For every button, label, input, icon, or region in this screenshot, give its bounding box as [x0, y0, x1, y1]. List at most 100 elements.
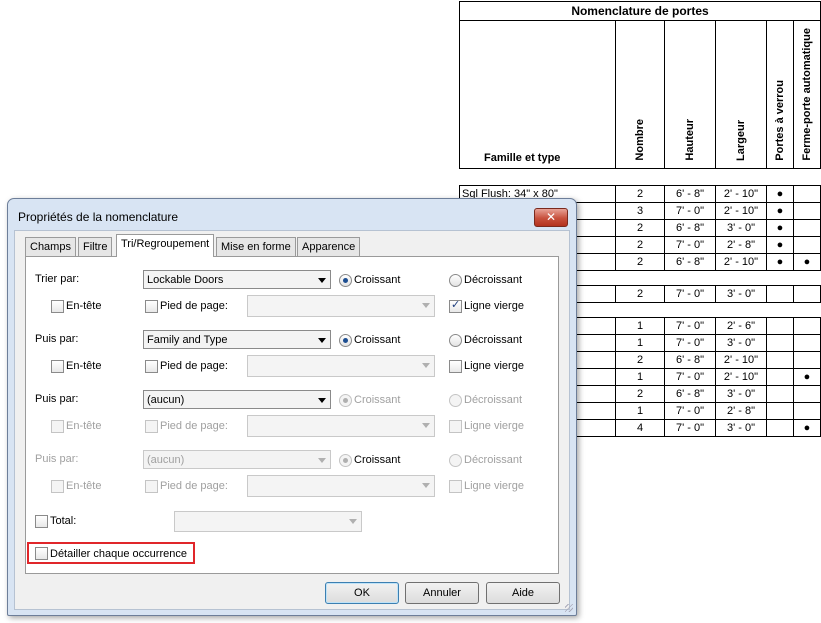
cell-lockable — [766, 317, 794, 335]
cell-lockable: ● — [766, 185, 794, 203]
sort2-blank-line-label: Ligne vierge — [464, 360, 524, 372]
sort3-ascending-radio[interactable] — [339, 394, 352, 407]
cell-width: 2' - 10" — [715, 202, 767, 220]
sort1-blank-line-checkbox[interactable] — [449, 298, 462, 313]
sort3-header-checkbox[interactable] — [51, 420, 64, 433]
sort2-ascending-radio[interactable] — [339, 334, 352, 347]
header-height: Hauteur — [664, 20, 716, 169]
sort3-header-label: En-tête — [66, 420, 102, 432]
tab-appearance[interactable]: Apparence — [297, 237, 361, 256]
then-by-select[interactable]: Family and Type — [143, 330, 331, 349]
cell-closer — [793, 202, 821, 220]
cancel-button[interactable]: Annuler — [405, 582, 479, 604]
header-family-type: Famille et type — [459, 20, 616, 169]
sort1-ascending-radio[interactable] — [339, 274, 352, 287]
cell-width: 3' - 0" — [715, 334, 767, 352]
sort-by-value: Lockable Doors — [147, 274, 224, 286]
sort1-ascending-label: Croissant — [354, 274, 401, 286]
sort1-footer-checkbox[interactable] — [145, 300, 158, 313]
sort3-footer-select[interactable] — [247, 415, 435, 437]
tab-sorting-grouping[interactable]: Tri/Regroupement — [116, 234, 215, 257]
resize-grip-icon[interactable] — [565, 604, 573, 612]
sort-by-select[interactable]: Lockable Doors — [143, 270, 331, 289]
cell-closer — [793, 351, 821, 369]
sort2-descending-label: Décroissant — [464, 334, 523, 346]
cell-closer — [793, 285, 821, 303]
header-closer: Ferme-porte automatique — [793, 20, 821, 169]
sort2-ascending-label: Croissant — [354, 334, 401, 346]
sort1-header-checkbox[interactable] — [51, 300, 64, 313]
sort3-blank-line-checkbox[interactable] — [449, 420, 462, 433]
cell-height: 7' - 0" — [664, 317, 716, 335]
header-width: Largeur — [715, 20, 767, 169]
cell-height: 6' - 8" — [664, 351, 716, 369]
ok-button[interactable]: OK — [325, 582, 399, 604]
sort4-footer-label: Pied de page: — [160, 480, 228, 492]
then-by-label: Puis par: — [35, 333, 79, 345]
cell-closer — [793, 402, 821, 420]
sort1-descending-radio[interactable] — [449, 274, 462, 287]
cell-closer — [793, 385, 821, 403]
cell-count: 2 — [615, 285, 665, 303]
chevron-down-icon — [349, 519, 357, 524]
sort3-descending-radio[interactable] — [449, 394, 462, 407]
sort1-footer-select[interactable] — [247, 295, 435, 317]
sort4-descending-radio[interactable] — [449, 454, 462, 467]
sort4-ascending-label: Croissant — [354, 454, 401, 466]
sort3-descending-label: Décroissant — [464, 394, 523, 406]
cell-lockable: ● — [766, 236, 794, 254]
cell-count: 2 — [615, 385, 665, 403]
sort4-footer-select[interactable] — [247, 475, 435, 497]
cell-height: 7' - 0" — [664, 419, 716, 437]
chevron-down-icon — [422, 423, 430, 428]
sort4-ascending-radio[interactable] — [339, 454, 352, 467]
help-button[interactable]: Aide — [486, 582, 560, 604]
cell-lockable — [766, 334, 794, 352]
sort4-blank-line-checkbox[interactable] — [449, 480, 462, 493]
cell-count: 1 — [615, 368, 665, 386]
cell-width: 3' - 0" — [715, 285, 767, 303]
cell-width: 2' - 6" — [715, 317, 767, 335]
cell-lockable — [766, 385, 794, 403]
cell-count: 4 — [615, 419, 665, 437]
cell-closer: ● — [793, 253, 821, 271]
sort-by-label: Trier par: — [35, 273, 80, 285]
sort4-footer-checkbox[interactable] — [145, 480, 158, 493]
tab-fields[interactable]: Champs — [25, 237, 76, 256]
sort1-footer-label: Pied de page: — [160, 300, 228, 312]
cell-lockable — [766, 368, 794, 386]
cell-lockable: ● — [766, 202, 794, 220]
sort2-footer-select[interactable] — [247, 355, 435, 377]
tab-filter[interactable]: Filtre — [78, 237, 113, 256]
cell-count: 1 — [615, 334, 665, 352]
sort2-header-checkbox[interactable] — [51, 360, 64, 373]
sort2-header-label: En-tête — [66, 360, 102, 372]
then-by-select[interactable]: (aucun) — [143, 390, 331, 409]
cell-lockable — [766, 351, 794, 369]
header-count: Nombre — [615, 20, 665, 169]
sort3-blank-line-label: Ligne vierge — [464, 420, 524, 432]
close-icon: ✕ — [545, 210, 557, 224]
chevron-down-icon — [318, 338, 326, 343]
sort4-header-checkbox[interactable] — [51, 480, 64, 493]
tab-formatting[interactable]: Mise en forme — [216, 237, 296, 256]
close-button[interactable]: ✕ — [534, 208, 568, 227]
cell-closer — [793, 219, 821, 237]
chevron-down-icon — [318, 458, 326, 463]
cell-lockable: ● — [766, 219, 794, 237]
sort2-blank-line-checkbox[interactable] — [449, 360, 462, 373]
total-checkbox[interactable] — [35, 515, 48, 528]
total-select[interactable] — [174, 511, 362, 532]
cell-count: 2 — [615, 253, 665, 271]
then-by-value: Family and Type — [147, 334, 228, 346]
sort4-descending-label: Décroissant — [464, 454, 523, 466]
cell-width: 2' - 10" — [715, 185, 767, 203]
then-by-select[interactable]: (aucun) — [143, 450, 331, 469]
cell-lockable: ● — [766, 253, 794, 271]
itemize-checkbox[interactable] — [35, 547, 48, 560]
sort1-header-label: En-tête — [66, 300, 102, 312]
sort2-descending-radio[interactable] — [449, 334, 462, 347]
cell-closer — [793, 236, 821, 254]
sort3-footer-checkbox[interactable] — [145, 420, 158, 433]
sort2-footer-checkbox[interactable] — [145, 360, 158, 373]
